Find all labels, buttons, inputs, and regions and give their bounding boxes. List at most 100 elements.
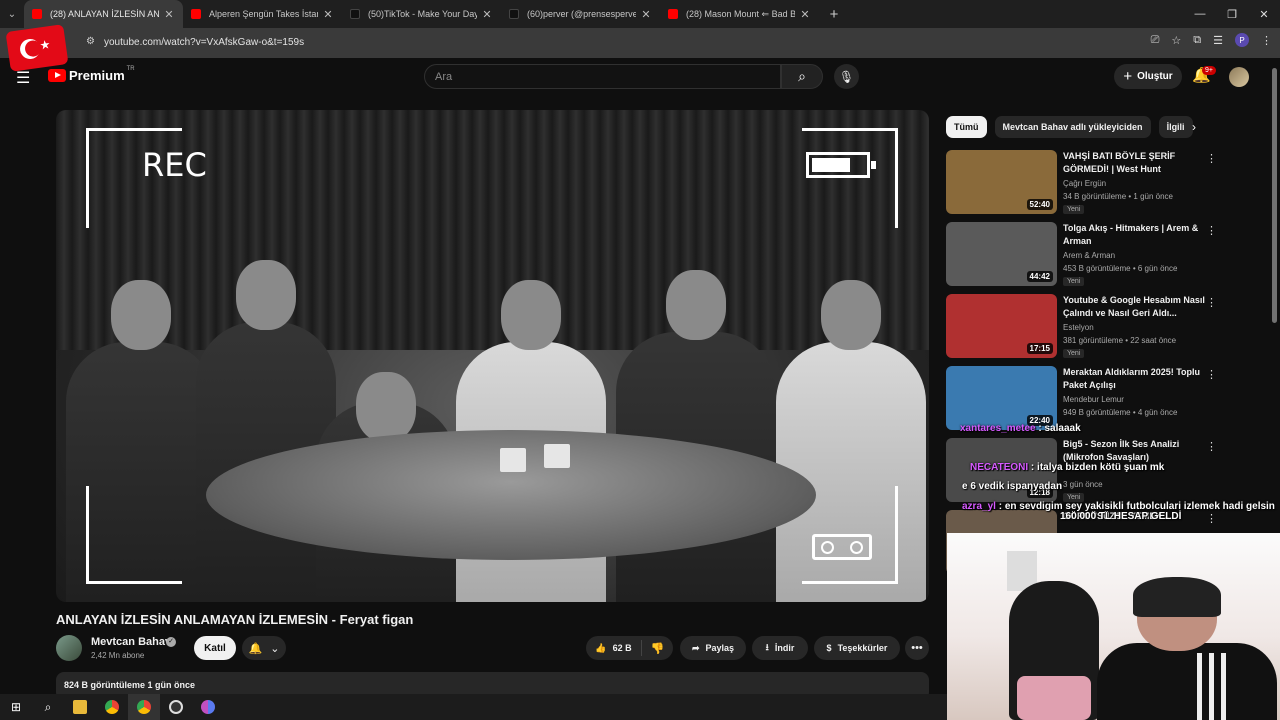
- recommendation-item[interactable]: 17:15 Youtube & Google Hesabım Nasıl Çalı…: [946, 294, 1217, 360]
- tab-label: Alperen Şengün Takes İstanbul: [209, 9, 318, 19]
- logo-text: Premium: [69, 68, 125, 83]
- video-player[interactable]: REC: [56, 110, 929, 602]
- chip-all[interactable]: Tümü: [946, 116, 987, 138]
- like-button[interactable]: 👍 62 B: [586, 640, 642, 656]
- close-icon[interactable]: ✕: [640, 8, 652, 21]
- recommendation-channel[interactable]: Çağrı Ergün: [1063, 179, 1106, 188]
- share-button[interactable]: ➦ Paylaş: [680, 636, 746, 660]
- person-head: [666, 270, 726, 340]
- chrome-icon[interactable]: [96, 694, 128, 720]
- browser-tab-bar: ⌄ (28) ANLAYAN İZLESİN ANL ✕ Alperen Şen…: [0, 0, 1280, 28]
- cast-icon[interactable]: ⎚: [1151, 34, 1160, 47]
- channel-name[interactable]: Mevtcan Bahav: [91, 636, 171, 648]
- recommendation-title[interactable]: VAHŞİ BATI BÖYLE ŞERİF GÖRMEDİ! | West H…: [1063, 150, 1205, 176]
- recommendation-channel[interactable]: Mendebur Lemur: [1063, 395, 1124, 404]
- close-window-icon[interactable]: ✕: [1248, 0, 1280, 28]
- menu-icon[interactable]: ☰: [16, 68, 32, 88]
- close-icon[interactable]: ✕: [163, 8, 175, 21]
- new-tab-button[interactable]: +: [823, 6, 845, 23]
- tab-label: (50)TikTok - Make Your Day: [368, 9, 477, 19]
- minimize-icon[interactable]: —: [1184, 0, 1216, 28]
- search-button[interactable]: ⌕: [781, 64, 823, 89]
- extensions-icon[interactable]: ⧉: [1193, 34, 1201, 47]
- chat-text: e 6 vedik ispanyadan: [962, 481, 1063, 492]
- chevron-right-icon[interactable]: ›: [1192, 120, 1196, 134]
- voice-search-button[interactable]: 🎙: [834, 64, 859, 89]
- more-vert-icon[interactable]: ⋮: [1206, 296, 1217, 309]
- close-icon[interactable]: ✕: [799, 8, 811, 21]
- recommendation-thumbnail[interactable]: 17:15: [946, 294, 1057, 358]
- reel-icon: [821, 541, 834, 554]
- browser-tab-2[interactable]: (50)TikTok - Make Your Day ✕: [342, 0, 501, 28]
- file-explorer-icon[interactable]: [64, 694, 96, 720]
- windows-start-icon[interactable]: ⊞: [0, 694, 32, 720]
- recommendation-title[interactable]: Tolga Akış - Hitmakers | Arem & Arman: [1063, 222, 1205, 248]
- chrome-logo: [137, 700, 151, 714]
- close-icon[interactable]: ✕: [481, 8, 493, 21]
- scrollbar[interactable]: [1272, 68, 1277, 323]
- more-vert-icon[interactable]: ⋮: [1206, 224, 1217, 237]
- more-actions-button[interactable]: •••: [905, 636, 929, 660]
- chrome-logo: [105, 700, 119, 714]
- bookmark-star-icon[interactable]: ☆: [1171, 34, 1181, 47]
- obs-logo: [169, 700, 183, 714]
- recommendation-meta: 34 B görüntüleme • 1 gün önce: [1063, 192, 1173, 201]
- obs-icon[interactable]: [160, 694, 192, 720]
- subscription-bell-button[interactable]: 🔔 ⌄: [242, 636, 286, 660]
- more-vert-icon[interactable]: ⋮: [1206, 368, 1217, 381]
- browser-tab-3[interactable]: (60)perver (@prensesperver) | T ✕: [501, 0, 660, 28]
- chip-from-uploader[interactable]: Mevtcan Bahav adlı yükleyiciden: [994, 116, 1151, 138]
- gaming-chair: [1009, 581, 1099, 720]
- more-vert-icon[interactable]: ⋮: [1206, 512, 1217, 525]
- tab-label: (28) ANLAYAN İZLESİN ANL: [50, 9, 159, 19]
- user-avatar[interactable]: [1229, 67, 1249, 87]
- download-button[interactable]: ⭳ İndir: [752, 636, 808, 660]
- url-field[interactable]: youtube.com/watch?v=VxAfskGaw-o&t=159s: [104, 37, 304, 48]
- recommendation-title[interactable]: Meraktan Aldıklarım 2025! Toplu Paket Aç…: [1063, 366, 1205, 392]
- channel-avatar[interactable]: [56, 635, 82, 661]
- reading-list-icon[interactable]: ☰: [1213, 34, 1223, 47]
- close-icon[interactable]: ✕: [322, 8, 334, 21]
- youtube-logo[interactable]: Premium TR: [48, 66, 135, 83]
- search-icon[interactable]: ⌕: [32, 694, 64, 720]
- site-info-icon[interactable]: ⚙: [86, 36, 95, 47]
- recommendation-channel[interactable]: Arem & Arman: [1063, 251, 1115, 260]
- browser-menu-icon[interactable]: ⋮: [1261, 34, 1272, 47]
- recommendation-item[interactable]: 52:40 VAHŞİ BATI BÖYLE ŞERİF GÖRMEDİ! | W…: [946, 150, 1217, 216]
- recommendation-thumbnail[interactable]: 22:40: [946, 366, 1057, 430]
- thanks-button[interactable]: $ Teşekkürler: [814, 636, 900, 660]
- chrome-canary-icon[interactable]: [192, 694, 224, 720]
- filter-chips: Tümü Mevtcan Bahav adlı yükleyiciden İlg…: [946, 116, 1193, 138]
- person-head: [356, 372, 416, 442]
- create-button[interactable]: + Oluştur: [1114, 64, 1182, 89]
- browser-tab-4[interactable]: (28) Mason Mount ⇐ Bad Boy ✕: [660, 0, 819, 28]
- recommendation-channel[interactable]: Estelyon: [1063, 323, 1094, 332]
- recommendation-thumbnail[interactable]: 44:42: [946, 222, 1057, 286]
- profile-avatar[interactable]: P: [1235, 33, 1249, 47]
- search-input[interactable]: Ara: [424, 64, 781, 89]
- restore-icon[interactable]: ❐: [1216, 0, 1248, 28]
- recommendation-title[interactable]: Youtube & Google Hesabım Nasıl Çalındı v…: [1063, 294, 1205, 320]
- youtube-icon: [191, 9, 201, 19]
- more-vert-icon[interactable]: ⋮: [1206, 440, 1217, 453]
- recommendation-item[interactable]: 44:42 Tolga Akış - Hitmakers | Arem & Arm…: [946, 222, 1217, 288]
- person-head: [501, 280, 561, 350]
- chrome-active-icon[interactable]: [128, 694, 160, 720]
- more-vert-icon[interactable]: ⋮: [1206, 152, 1217, 165]
- youtube-icon: [668, 9, 678, 19]
- thumbs-up-icon: 👍: [595, 642, 607, 653]
- browser-tab-0[interactable]: (28) ANLAYAN İZLESİN ANL ✕: [24, 0, 183, 28]
- turkish-flag-overlay: ★: [5, 24, 69, 72]
- jacket-stripe: [1209, 653, 1214, 720]
- browser-tab-1[interactable]: Alperen Şengün Takes İstanbul ✕: [183, 0, 342, 28]
- youtube-play-icon: [48, 69, 66, 82]
- recommendation-thumbnail[interactable]: 52:40: [946, 150, 1057, 214]
- join-button[interactable]: Katıl: [194, 636, 236, 660]
- webcam-overlay: [947, 533, 1280, 720]
- chat-message: 160.000 TL HESAP GELDİ: [1060, 511, 1181, 522]
- chip-related[interactable]: İlgili: [1158, 116, 1193, 138]
- dislike-button[interactable]: 👎: [642, 642, 673, 655]
- tab-search-icon[interactable]: ⌄: [0, 0, 24, 28]
- recommendation-title[interactable]: Big5 - Sezon İlk Ses Analizi (Mikrofon S…: [1063, 438, 1205, 464]
- new-badge: Yeni: [1063, 349, 1085, 358]
